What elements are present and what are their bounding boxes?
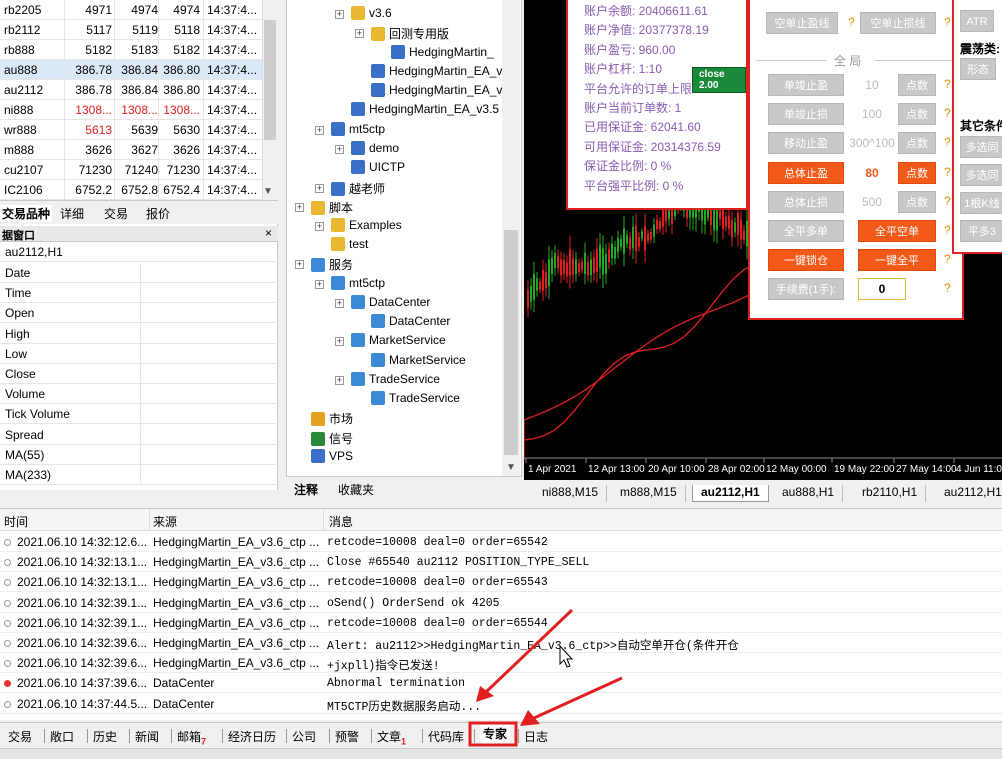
annotation-arrow-2 xyxy=(533,676,623,720)
highlight-box xyxy=(468,721,518,747)
mouse-cursor-icon xyxy=(559,644,574,668)
annotation-overlay xyxy=(468,608,623,747)
annotation-arrow-1 xyxy=(484,608,574,694)
